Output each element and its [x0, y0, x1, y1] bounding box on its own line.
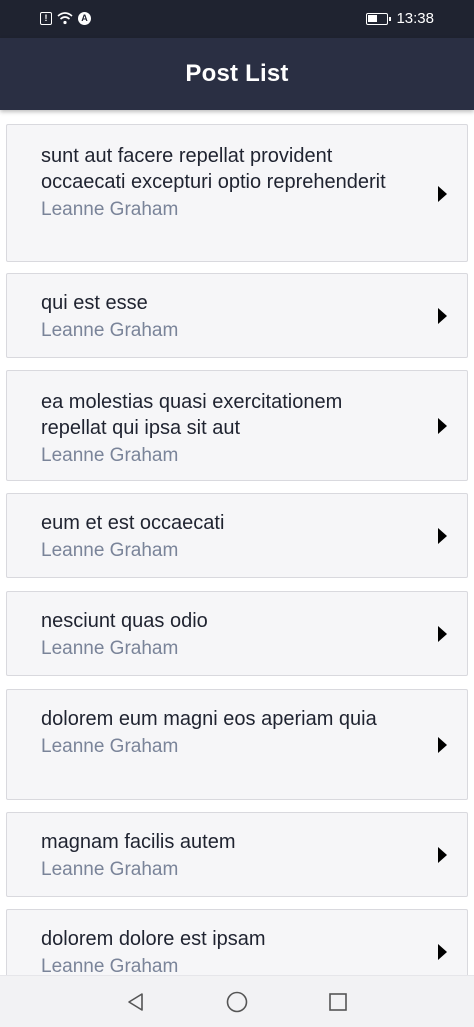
post-author: Leanne Graham	[41, 956, 179, 975]
page-title: Post List	[185, 60, 289, 87]
post-text: ea molestias quasi exercitationem repell…	[41, 389, 407, 468]
post-list-item[interactable]: dolorem eum magni eos aperiam quia Leann…	[6, 689, 468, 800]
post-title: nesciunt quas odio	[41, 610, 208, 632]
post-author: Leanne Graham	[41, 320, 179, 341]
battery-level	[368, 14, 378, 22]
post-list[interactable]: sunt aut facere repellat provident occae…	[0, 110, 474, 975]
post-title: eum et est occaecati	[41, 512, 225, 534]
post-author: Leanne Graham	[41, 199, 179, 220]
post-list-item[interactable]: magnam facilis autem Leanne Graham	[6, 812, 468, 897]
battery-icon	[366, 12, 392, 25]
post-list-item[interactable]: eum et est occaecati Leanne Graham	[6, 493, 468, 578]
chevron-right-icon	[438, 528, 447, 544]
chevron-right-icon	[438, 944, 447, 960]
chevron-right-icon	[438, 418, 447, 434]
post-text: nesciunt quas odio Leanne Graham	[41, 608, 407, 661]
post-title: sunt aut facere repellat provident occae…	[41, 145, 386, 193]
post-list-item[interactable]: nesciunt quas odio Leanne Graham	[6, 591, 468, 676]
wifi-icon	[57, 12, 73, 25]
home-button[interactable]	[225, 990, 249, 1014]
chevron-right-icon	[438, 847, 447, 863]
recents-square-icon	[329, 993, 347, 1011]
system-nav-bar	[0, 975, 474, 1027]
status-icons-left: ! A	[40, 11, 91, 25]
post-text: dolorem eum magni eos aperiam quia Leann…	[41, 706, 407, 759]
post-list-item[interactable]: ea molestias quasi exercitationem repell…	[6, 370, 468, 481]
back-triangle-icon	[128, 993, 143, 1011]
status-time: 13:38	[396, 10, 434, 27]
post-text: sunt aut facere repellat provident occae…	[41, 143, 407, 222]
recents-button[interactable]	[326, 990, 350, 1014]
chevron-right-icon	[438, 737, 447, 753]
status-bar: ! A 13:38	[0, 0, 474, 38]
post-author: Leanne Graham	[41, 736, 179, 757]
home-circle-icon	[226, 991, 248, 1013]
post-title: ea molestias quasi exercitationem repell…	[41, 391, 343, 439]
post-author: Leanne Graham	[41, 859, 179, 880]
post-text: dolorem dolore est ipsam Leanne Graham	[41, 926, 407, 975]
status-icons-right: 13:38	[366, 10, 434, 27]
post-list-item[interactable]: dolorem dolore est ipsam Leanne Graham	[6, 909, 468, 975]
app-a-icon: A	[78, 11, 91, 25]
post-author: Leanne Graham	[41, 445, 179, 466]
post-text: qui est esse Leanne Graham	[41, 290, 407, 343]
alert-icon: !	[40, 11, 52, 25]
post-author: Leanne Graham	[41, 638, 179, 659]
post-list-item[interactable]: sunt aut facere repellat provident occae…	[6, 124, 468, 262]
post-author: Leanne Graham	[41, 540, 179, 561]
post-text: magnam facilis autem Leanne Graham	[41, 829, 407, 882]
chevron-right-icon	[438, 626, 447, 642]
post-title: magnam facilis autem	[41, 831, 236, 853]
chevron-right-icon	[438, 186, 447, 202]
post-title: dolorem dolore est ipsam	[41, 928, 266, 950]
chevron-right-icon	[438, 308, 447, 324]
back-button[interactable]	[124, 990, 148, 1014]
post-list-item[interactable]: qui est esse Leanne Graham	[6, 273, 468, 358]
post-text: eum et est occaecati Leanne Graham	[41, 510, 407, 563]
post-title: qui est esse	[41, 292, 148, 314]
app-header: Post List	[0, 38, 474, 110]
post-title: dolorem eum magni eos aperiam quia	[41, 708, 377, 730]
